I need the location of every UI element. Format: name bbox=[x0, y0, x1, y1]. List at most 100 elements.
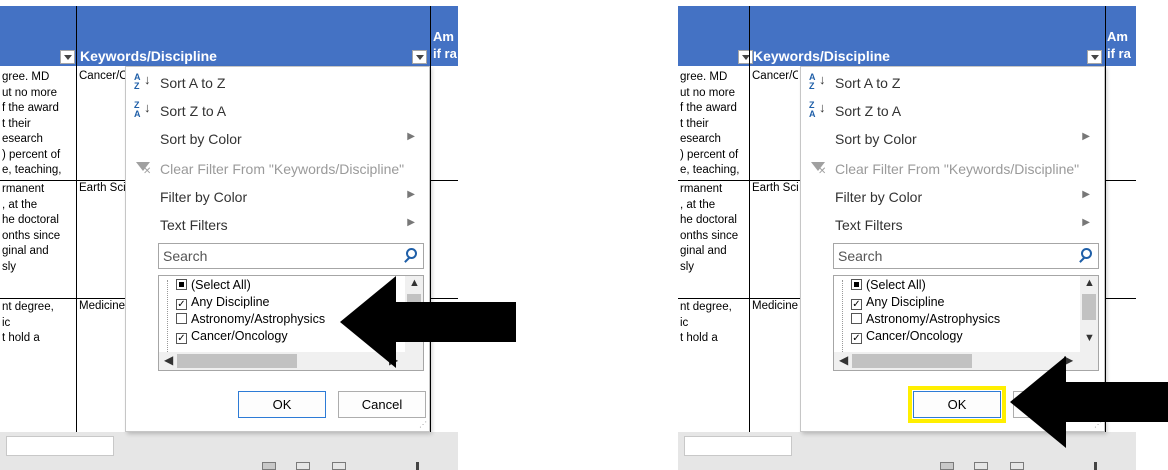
keywords-filter-button[interactable] bbox=[1087, 50, 1102, 64]
keywords-filter-button[interactable] bbox=[412, 50, 427, 64]
clear-filter-item: ✕ Clear Filter From "Keywords/Discipline… bbox=[126, 155, 429, 183]
scrollbar-thumb[interactable] bbox=[177, 354, 297, 368]
column-a-filter-button[interactable] bbox=[60, 50, 75, 64]
normal-view-icon[interactable] bbox=[262, 462, 276, 470]
tree-connector bbox=[842, 280, 843, 360]
submenu-arrow-icon: ▶ bbox=[407, 217, 415, 228]
checkbox-checked[interactable]: ✓ bbox=[851, 299, 862, 310]
menu-item-label: Sort by Color bbox=[160, 131, 242, 147]
filter-dropdown-menu: A Z ↓ Sort A to Z Z A ↓ Sort Z to A Sort by … bbox=[125, 66, 430, 432]
sort-descending-icon: Z A ↓ bbox=[134, 100, 151, 119]
column-divider bbox=[430, 6, 431, 432]
list-item[interactable]: ✓ Cancer/Oncology bbox=[176, 329, 288, 346]
checkbox-checked[interactable]: ✓ bbox=[851, 333, 862, 344]
submenu-arrow-icon: ▶ bbox=[1082, 217, 1090, 228]
sort-descending-icon: Z A ↓ bbox=[809, 100, 826, 119]
list-item[interactable]: ✓ Any Discipline bbox=[851, 295, 945, 312]
table-cell: nt degree, ic t hold a bbox=[680, 301, 732, 344]
list-item-label: (Select All) bbox=[866, 278, 926, 292]
filter-by-color-item[interactable]: Filter by Color ▶ bbox=[801, 183, 1104, 211]
list-item-label: Any Discipline bbox=[866, 295, 945, 309]
sheet-tab[interactable] bbox=[684, 436, 792, 456]
sort-ascending-icon: A Z ↓ bbox=[134, 72, 151, 91]
table-cell: Cancer/O bbox=[79, 70, 125, 82]
scrollbar-thumb[interactable] bbox=[1082, 294, 1096, 320]
text-filters-item[interactable]: Text Filters ▶ bbox=[126, 211, 429, 239]
checkbox-partial[interactable] bbox=[176, 279, 187, 290]
list-item-label: Cancer/Oncology bbox=[866, 329, 963, 343]
sort-a-to-z-item[interactable]: A Z ↓ Sort A to Z bbox=[126, 69, 429, 97]
checkbox-unchecked[interactable] bbox=[851, 313, 862, 324]
vertical-scrollbar[interactable]: ▲ ▼ bbox=[1080, 276, 1098, 353]
scroll-down-icon[interactable]: ▼ bbox=[1084, 332, 1095, 344]
table-cell: rmanent , at the he doctoral onths since… bbox=[680, 183, 739, 273]
sort-z-to-a-item[interactable]: Z A ↓ Sort Z to A bbox=[126, 97, 429, 125]
sort-by-color-item[interactable]: Sort by Color ▶ bbox=[801, 125, 1104, 153]
page-layout-icon[interactable] bbox=[296, 462, 310, 470]
search-placeholder: Search bbox=[163, 248, 208, 264]
column-a-filter-button[interactable] bbox=[738, 50, 753, 64]
page-break-icon[interactable] bbox=[332, 462, 346, 470]
search-icon bbox=[406, 248, 417, 259]
list-item-label: Cancer/Oncology bbox=[191, 329, 288, 343]
cancel-button[interactable]: Cancel bbox=[338, 391, 426, 418]
scroll-left-icon[interactable]: ◀ bbox=[839, 353, 848, 367]
submenu-arrow-icon: ▶ bbox=[407, 189, 415, 200]
filter-search-input[interactable]: Search bbox=[158, 243, 424, 269]
select-all-checkbox-item[interactable]: (Select All) bbox=[851, 278, 926, 295]
table-cell: Cancer/O bbox=[752, 70, 798, 82]
normal-view-icon[interactable] bbox=[940, 462, 954, 470]
ok-button[interactable]: OK bbox=[238, 391, 326, 418]
screenshot-before: Keywords/Discipline Am if ra gree. MD ut… bbox=[0, 0, 458, 470]
checkbox-checked[interactable]: ✓ bbox=[176, 299, 187, 310]
sheet-tab[interactable] bbox=[6, 436, 114, 456]
submenu-arrow-icon: ▶ bbox=[1082, 131, 1090, 142]
table-cell: rmanent , at the he doctoral onths since… bbox=[2, 183, 61, 273]
list-item[interactable]: ✓ Cancer/Oncology bbox=[851, 329, 963, 346]
table-cell: Medicine bbox=[752, 300, 798, 312]
filter-by-color-item[interactable]: Filter by Color ▶ bbox=[126, 183, 429, 211]
pointer-arrow-icon bbox=[1010, 356, 1168, 448]
submenu-arrow-icon: ▶ bbox=[1082, 189, 1090, 200]
menu-item-label: Sort Z to A bbox=[160, 103, 227, 119]
sort-a-to-z-item[interactable]: A Z ↓ Sort A to Z bbox=[801, 69, 1104, 97]
sort-ascending-icon: A Z ↓ bbox=[809, 72, 826, 91]
keywords-column-header: Keywords/Discipline bbox=[80, 48, 217, 64]
page-break-icon[interactable] bbox=[1010, 462, 1024, 470]
menu-item-label: Sort A to Z bbox=[160, 75, 226, 91]
resize-grip-icon[interactable]: ⋰ bbox=[419, 420, 427, 429]
clear-filter-x-glyph: ✕ bbox=[143, 166, 152, 177]
table-cell: Earth Sci bbox=[752, 182, 798, 194]
scrollbar-thumb[interactable] bbox=[852, 354, 972, 368]
list-item[interactable]: Astronomy/Astrophysics bbox=[851, 312, 1000, 329]
tree-connector bbox=[167, 280, 168, 360]
list-item[interactable]: Astronomy/Astrophysics bbox=[176, 312, 325, 329]
menu-item-label: Clear Filter From "Keywords/Discipline" bbox=[835, 161, 1080, 177]
checkbox-partial[interactable] bbox=[851, 279, 862, 290]
search-placeholder: Search bbox=[838, 248, 883, 264]
clear-filter-x-glyph: ✕ bbox=[818, 166, 827, 177]
sort-by-color-item[interactable]: Sort by Color ▶ bbox=[126, 125, 429, 153]
select-all-checkbox-item[interactable]: (Select All) bbox=[176, 278, 251, 295]
table-cell: nt degree, ic t hold a bbox=[2, 301, 54, 344]
scroll-left-icon[interactable]: ◀ bbox=[164, 353, 173, 367]
text-filters-item[interactable]: Text Filters ▶ bbox=[801, 211, 1104, 239]
page-layout-icon[interactable] bbox=[974, 462, 988, 470]
submenu-arrow-icon: ▶ bbox=[407, 131, 415, 142]
zoom-slider-thumb[interactable] bbox=[416, 462, 419, 470]
status-bar bbox=[0, 432, 458, 470]
scroll-up-icon[interactable]: ▲ bbox=[1084, 277, 1095, 289]
checkbox-checked[interactable]: ✓ bbox=[176, 333, 187, 344]
table-cell: Earth Sci bbox=[79, 182, 125, 194]
sort-z-to-a-item[interactable]: Z A ↓ Sort Z to A bbox=[801, 97, 1104, 125]
list-item-label: Astronomy/Astrophysics bbox=[191, 312, 326, 326]
checkbox-unchecked[interactable] bbox=[176, 313, 187, 324]
amount-column-header: Am if ra bbox=[433, 29, 457, 61]
keywords-column-header: Keywords/Discipline bbox=[753, 48, 890, 64]
pointer-arrow-icon bbox=[340, 276, 516, 368]
filter-search-input[interactable]: Search bbox=[833, 243, 1099, 269]
zoom-slider-thumb[interactable] bbox=[1094, 462, 1097, 470]
list-item[interactable]: ✓ Any Discipline bbox=[176, 295, 270, 312]
ok-button-highlight bbox=[908, 386, 1006, 423]
amount-column-header: Am if ra bbox=[1107, 29, 1131, 61]
